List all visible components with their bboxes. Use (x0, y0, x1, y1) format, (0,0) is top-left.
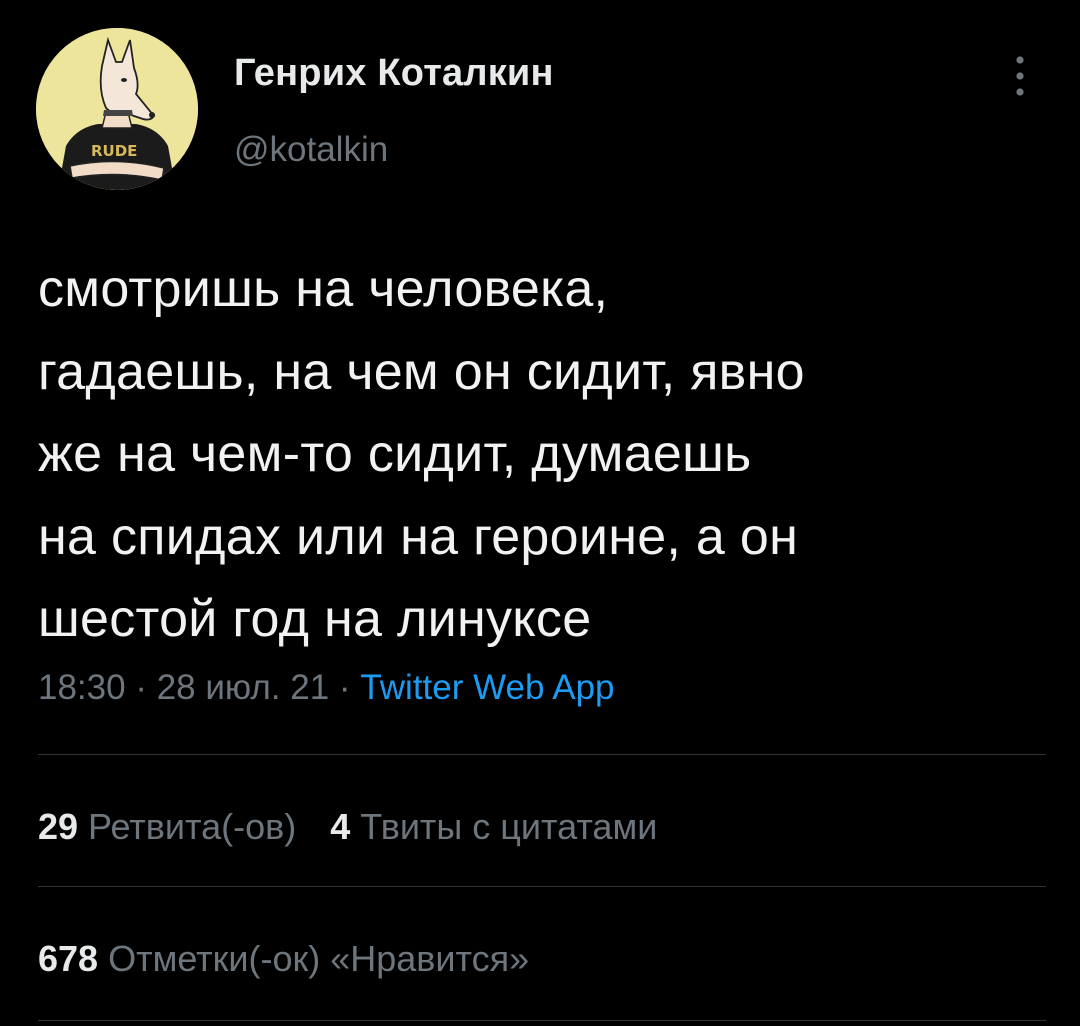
divider (38, 1020, 1046, 1021)
divider (38, 754, 1046, 755)
user-handle[interactable]: @kotalkin (234, 130, 388, 170)
meta-separator: · (125, 668, 157, 707)
likes-stat[interactable]: 678 Отметки(-ок) «Нравится» (38, 938, 529, 979)
quotes-label: Твиты с цитатами (360, 806, 658, 847)
quotes-stat[interactable]: 4 Твиты с цитатами (330, 806, 657, 847)
likes-count: 678 (38, 938, 99, 979)
tweet-text: смотришь на человека, гадаешь, на чем он… (38, 248, 1048, 661)
tweet-text-line: шестой год на линуксе (38, 590, 592, 648)
more-vertical-icon (1016, 56, 1024, 96)
avatar-illustration: RUDE (36, 28, 198, 190)
tweet-text-line: на спидах или на героине, а он (38, 507, 799, 566)
meta-separator: · (329, 668, 361, 707)
retweets-label: Ретвита(-ов) (88, 806, 297, 847)
likes-label: Отметки(-ок) «Нравится» (108, 938, 530, 979)
divider (38, 886, 1046, 887)
tweet-detail: RUDE Генрих Коталкин @kotalkin смотришь … (0, 0, 1080, 1026)
tweet-time[interactable]: 18:30 (38, 668, 126, 707)
likes-stats: 678 Отметки(-ок) «Нравится» (38, 938, 529, 980)
retweets-stat[interactable]: 29 Ретвита(-ов) (38, 806, 296, 847)
more-options-button[interactable] (1000, 52, 1040, 100)
avatar[interactable]: RUDE (36, 28, 198, 190)
display-name[interactable]: Генрих Коталкин (234, 52, 554, 95)
retweets-count: 29 (38, 806, 79, 847)
tweet-meta: 18:30 · 28 июл. 21 · Twitter Web App (38, 668, 615, 708)
quotes-count: 4 (330, 806, 351, 847)
avatar-shirt-text: RUDE (91, 142, 137, 160)
retweet-quote-stats: 29 Ретвита(-ов) 4 Твиты с цитатами (38, 806, 657, 848)
tweet-text-line: смотришь на человека, (38, 260, 609, 318)
tweet-text-line: же на чем-то сидит, думаешь (38, 425, 752, 483)
tweet-date[interactable]: 28 июл. 21 (157, 668, 330, 707)
tweet-text-line: гадаешь, на чем он сидит, явно (38, 342, 805, 401)
tweet-source-link[interactable]: Twitter Web App (360, 668, 614, 707)
